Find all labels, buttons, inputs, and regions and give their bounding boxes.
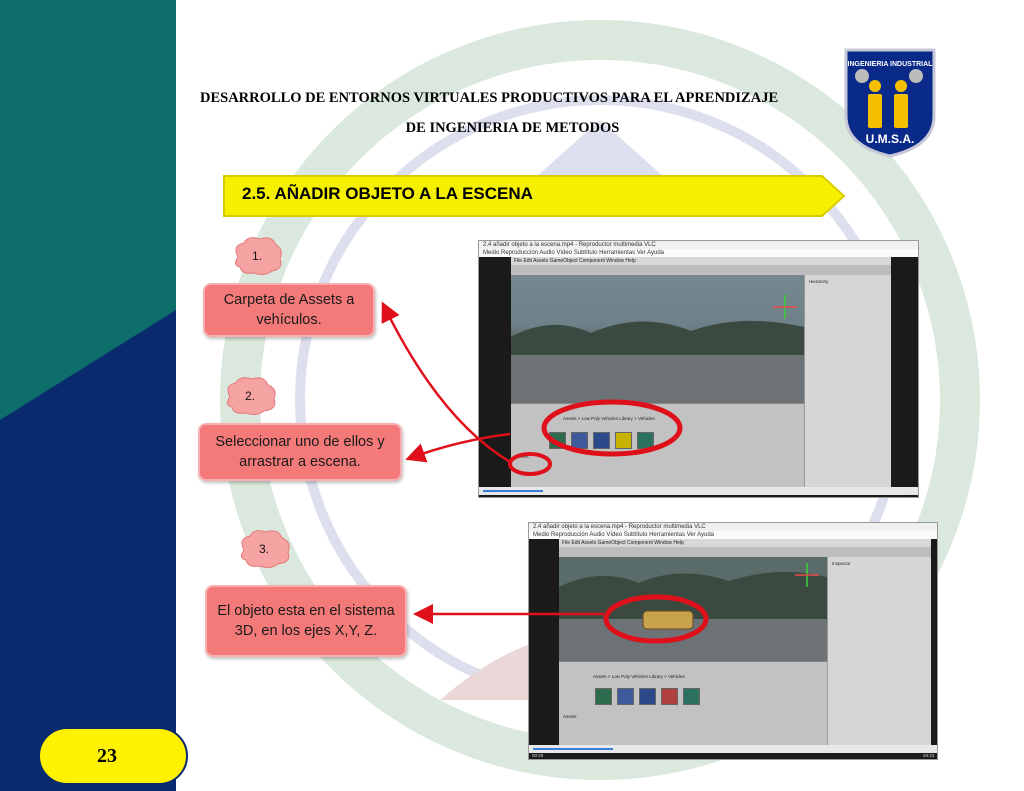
vehicle-asset-5[interactable]	[637, 432, 654, 449]
step-1-number: 1.	[251, 249, 262, 263]
scene-mountains	[559, 563, 827, 661]
vlc-title-bar: 2.4 añadir objeto a la escena.mp4 - Repr…	[529, 523, 937, 531]
unity-toolbar	[511, 265, 891, 275]
logo-top-text: INGENIERIA INDUSTRIAL	[848, 61, 934, 68]
logo-bottom-text: U.M.S.A.	[866, 132, 915, 146]
time-total: 03:23	[904, 491, 916, 496]
document-title: DESARROLLO DE ENTORNOS VIRTUALES PRODUCT…	[200, 90, 779, 106]
time-elapsed: 00:28	[532, 753, 544, 758]
project-panel: Assets > Low Poly Vehicles Library > Veh…	[559, 661, 827, 745]
step-3-bubble: 3.	[236, 528, 292, 570]
time-elapsed: 00:20	[482, 491, 494, 496]
vlc-timeline[interactable]	[479, 487, 918, 495]
step-3-callout: El objeto esta en el sistema 3D, en los …	[205, 585, 407, 657]
vehicle-asset-4[interactable]	[615, 432, 632, 449]
scene-mountains	[511, 295, 804, 403]
step-1-callout: Carpeta de Assets a vehículos.	[203, 283, 375, 337]
step-2-callout: Seleccionar uno de ellos y arrastrar a e…	[198, 423, 402, 481]
project-breadcrumb: Assets > Low Poly Vehicles Library > Veh…	[593, 674, 685, 679]
screenshot-unity-assets: 2.4 añadir objeto a la escena.mp4 - Repr…	[478, 240, 919, 498]
vehicle-asset-1[interactable]	[549, 432, 566, 449]
vehicle-asset-1[interactable]	[595, 688, 612, 705]
section-heading: 2.5. AÑADIR OBJETO A LA ESCENA	[242, 184, 533, 203]
umsa-logo: INGENIERIA INDUSTRIAL U.M.S.A.	[844, 48, 936, 158]
vlc-timeline[interactable]	[529, 745, 937, 753]
unity-menu-bar: File Edit Assets GameObject Component Wi…	[511, 257, 891, 265]
section-banner: 2.5. AÑADIR OBJETO A LA ESCENA	[222, 174, 846, 218]
vehicle-asset-2[interactable]	[617, 688, 634, 705]
step-3-number: 3.	[258, 542, 269, 556]
assets-tree-label: Assets	[515, 454, 529, 459]
vehicle-asset-4[interactable]	[661, 688, 678, 705]
band-diagonal	[0, 310, 176, 791]
hierarchy-inspector-panel: Hierarchy	[804, 275, 891, 489]
vehicle-asset-3[interactable]	[593, 432, 610, 449]
time-total: 03:23	[923, 753, 935, 758]
unity-editor-window: File Edit Assets GameObject Component Wi…	[559, 539, 931, 745]
page-number: 23	[97, 744, 117, 767]
left-decorative-band	[0, 0, 176, 791]
vlc-title-bar: 2.4 añadir objeto a la escena.mp4 - Repr…	[479, 241, 918, 249]
vehicle-asset-3[interactable]	[639, 688, 656, 705]
page-number-badge: 23	[38, 727, 188, 785]
vehicle-asset-5[interactable]	[683, 688, 700, 705]
screenshot-unity-scene-object: 2.4 añadir objeto a la escena.mp4 - Repr…	[528, 522, 938, 760]
scene-view[interactable]	[511, 275, 804, 403]
project-panel: Assets > Low Poly Vehicles Library > Veh…	[511, 403, 804, 489]
inspector-label: Inspector	[832, 561, 851, 566]
vlc-menu-bar: Medio Reproducción Audio Vídeo Subtítulo…	[479, 249, 918, 257]
step-1-bubble: 1.	[230, 235, 284, 277]
step-2-number: 2.	[244, 389, 255, 403]
unity-toolbar	[559, 547, 931, 557]
step-2-bubble: 2.	[222, 375, 278, 417]
unity-editor-window: File Edit Assets GameObject Component Wi…	[511, 257, 891, 489]
scene-view[interactable]	[559, 557, 827, 661]
hierarchy-label: Hierarchy	[809, 279, 829, 284]
vehicle-asset-2[interactable]	[571, 432, 588, 449]
vlc-menu-bar: Medio Reproducción Audio Vídeo Subtítulo…	[529, 531, 937, 539]
timeline-progress	[533, 748, 613, 750]
assets-tree-label: Assets	[563, 714, 577, 719]
document-subtitle: DE INGENIERIA DE METODOS	[405, 120, 620, 136]
unity-menu-bar: File Edit Assets GameObject Component Wi…	[559, 539, 931, 547]
inspector-panel: Inspector	[827, 557, 931, 745]
project-breadcrumb: Assets > Low Poly Vehicles Library > Veh…	[563, 416, 655, 421]
